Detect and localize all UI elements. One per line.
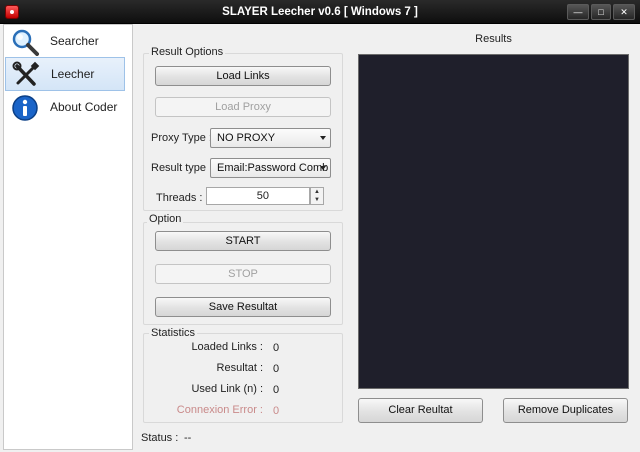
proxy-type-label: Proxy Type : xyxy=(151,132,212,144)
sidebar-item-about-coder[interactable]: About Coder xyxy=(5,91,125,125)
spin-down-icon[interactable]: ▼ xyxy=(311,196,323,204)
proxy-type-select[interactable]: NO PROXY xyxy=(210,128,331,148)
threads-stepper[interactable]: ▲ ▼ xyxy=(310,187,324,205)
result-options-title: Result Options xyxy=(149,46,226,58)
maximize-button[interactable]: □ xyxy=(591,4,611,20)
connexion-error-label: Connexion Error : xyxy=(176,404,263,416)
close-button[interactable]: ✕ xyxy=(613,4,635,20)
threads-input[interactable]: 50 xyxy=(206,187,310,205)
connexion-error-value: 0 xyxy=(273,405,280,417)
result-type-value: Email:Password Comb xyxy=(217,162,329,174)
sidebar-item-searcher[interactable]: Searcher xyxy=(5,25,125,59)
loaded-links-label: Loaded Links : xyxy=(191,341,263,353)
remove-duplicates-button[interactable]: Remove Duplicates xyxy=(503,398,628,423)
chevron-down-icon xyxy=(320,136,326,140)
threads-label: Threads : xyxy=(156,192,203,204)
result-type-select[interactable]: Email:Password Comb xyxy=(210,158,331,178)
clear-resultat-button[interactable]: Clear Reultat xyxy=(358,398,483,423)
sidebar-item-label: About Coder xyxy=(50,100,118,114)
minimize-button[interactable]: — xyxy=(567,4,589,20)
statistics-title: Statistics xyxy=(149,327,198,339)
used-link-label: Used Link (n) : xyxy=(191,383,263,395)
magnifier-icon xyxy=(12,29,39,56)
used-link-value: 0 xyxy=(273,384,280,396)
loaded-links-value: 0 xyxy=(273,342,280,354)
tools-icon xyxy=(12,61,40,86)
info-icon xyxy=(12,95,38,121)
status-label: Status : xyxy=(141,432,179,444)
chevron-down-icon xyxy=(320,166,326,170)
result-type-label: Result type : xyxy=(151,162,213,174)
load-links-button[interactable]: Load Links xyxy=(155,66,331,86)
results-title: Results xyxy=(475,33,512,45)
stop-button[interactable]: STOP xyxy=(155,264,331,284)
window-title: SLAYER Leecher v0.6 [ Windows 7 ] xyxy=(222,6,418,18)
proxy-type-value: NO PROXY xyxy=(217,132,276,144)
save-resultat-button[interactable]: Save Resultat xyxy=(155,297,331,317)
option-title: Option xyxy=(147,213,184,225)
load-proxy-button[interactable]: Load Proxy xyxy=(155,97,331,117)
start-button[interactable]: START xyxy=(155,231,331,251)
resultat-label: Resultat : xyxy=(216,362,263,374)
sidebar-item-label: Searcher xyxy=(50,34,99,48)
sidebar-item-leecher[interactable]: Leecher xyxy=(5,57,125,91)
resultat-value: 0 xyxy=(273,363,280,375)
status-value: -- xyxy=(184,432,192,444)
spin-up-icon[interactable]: ▲ xyxy=(311,188,323,196)
results-textarea[interactable] xyxy=(358,54,629,389)
sidebar-item-label: Leecher xyxy=(51,67,95,81)
